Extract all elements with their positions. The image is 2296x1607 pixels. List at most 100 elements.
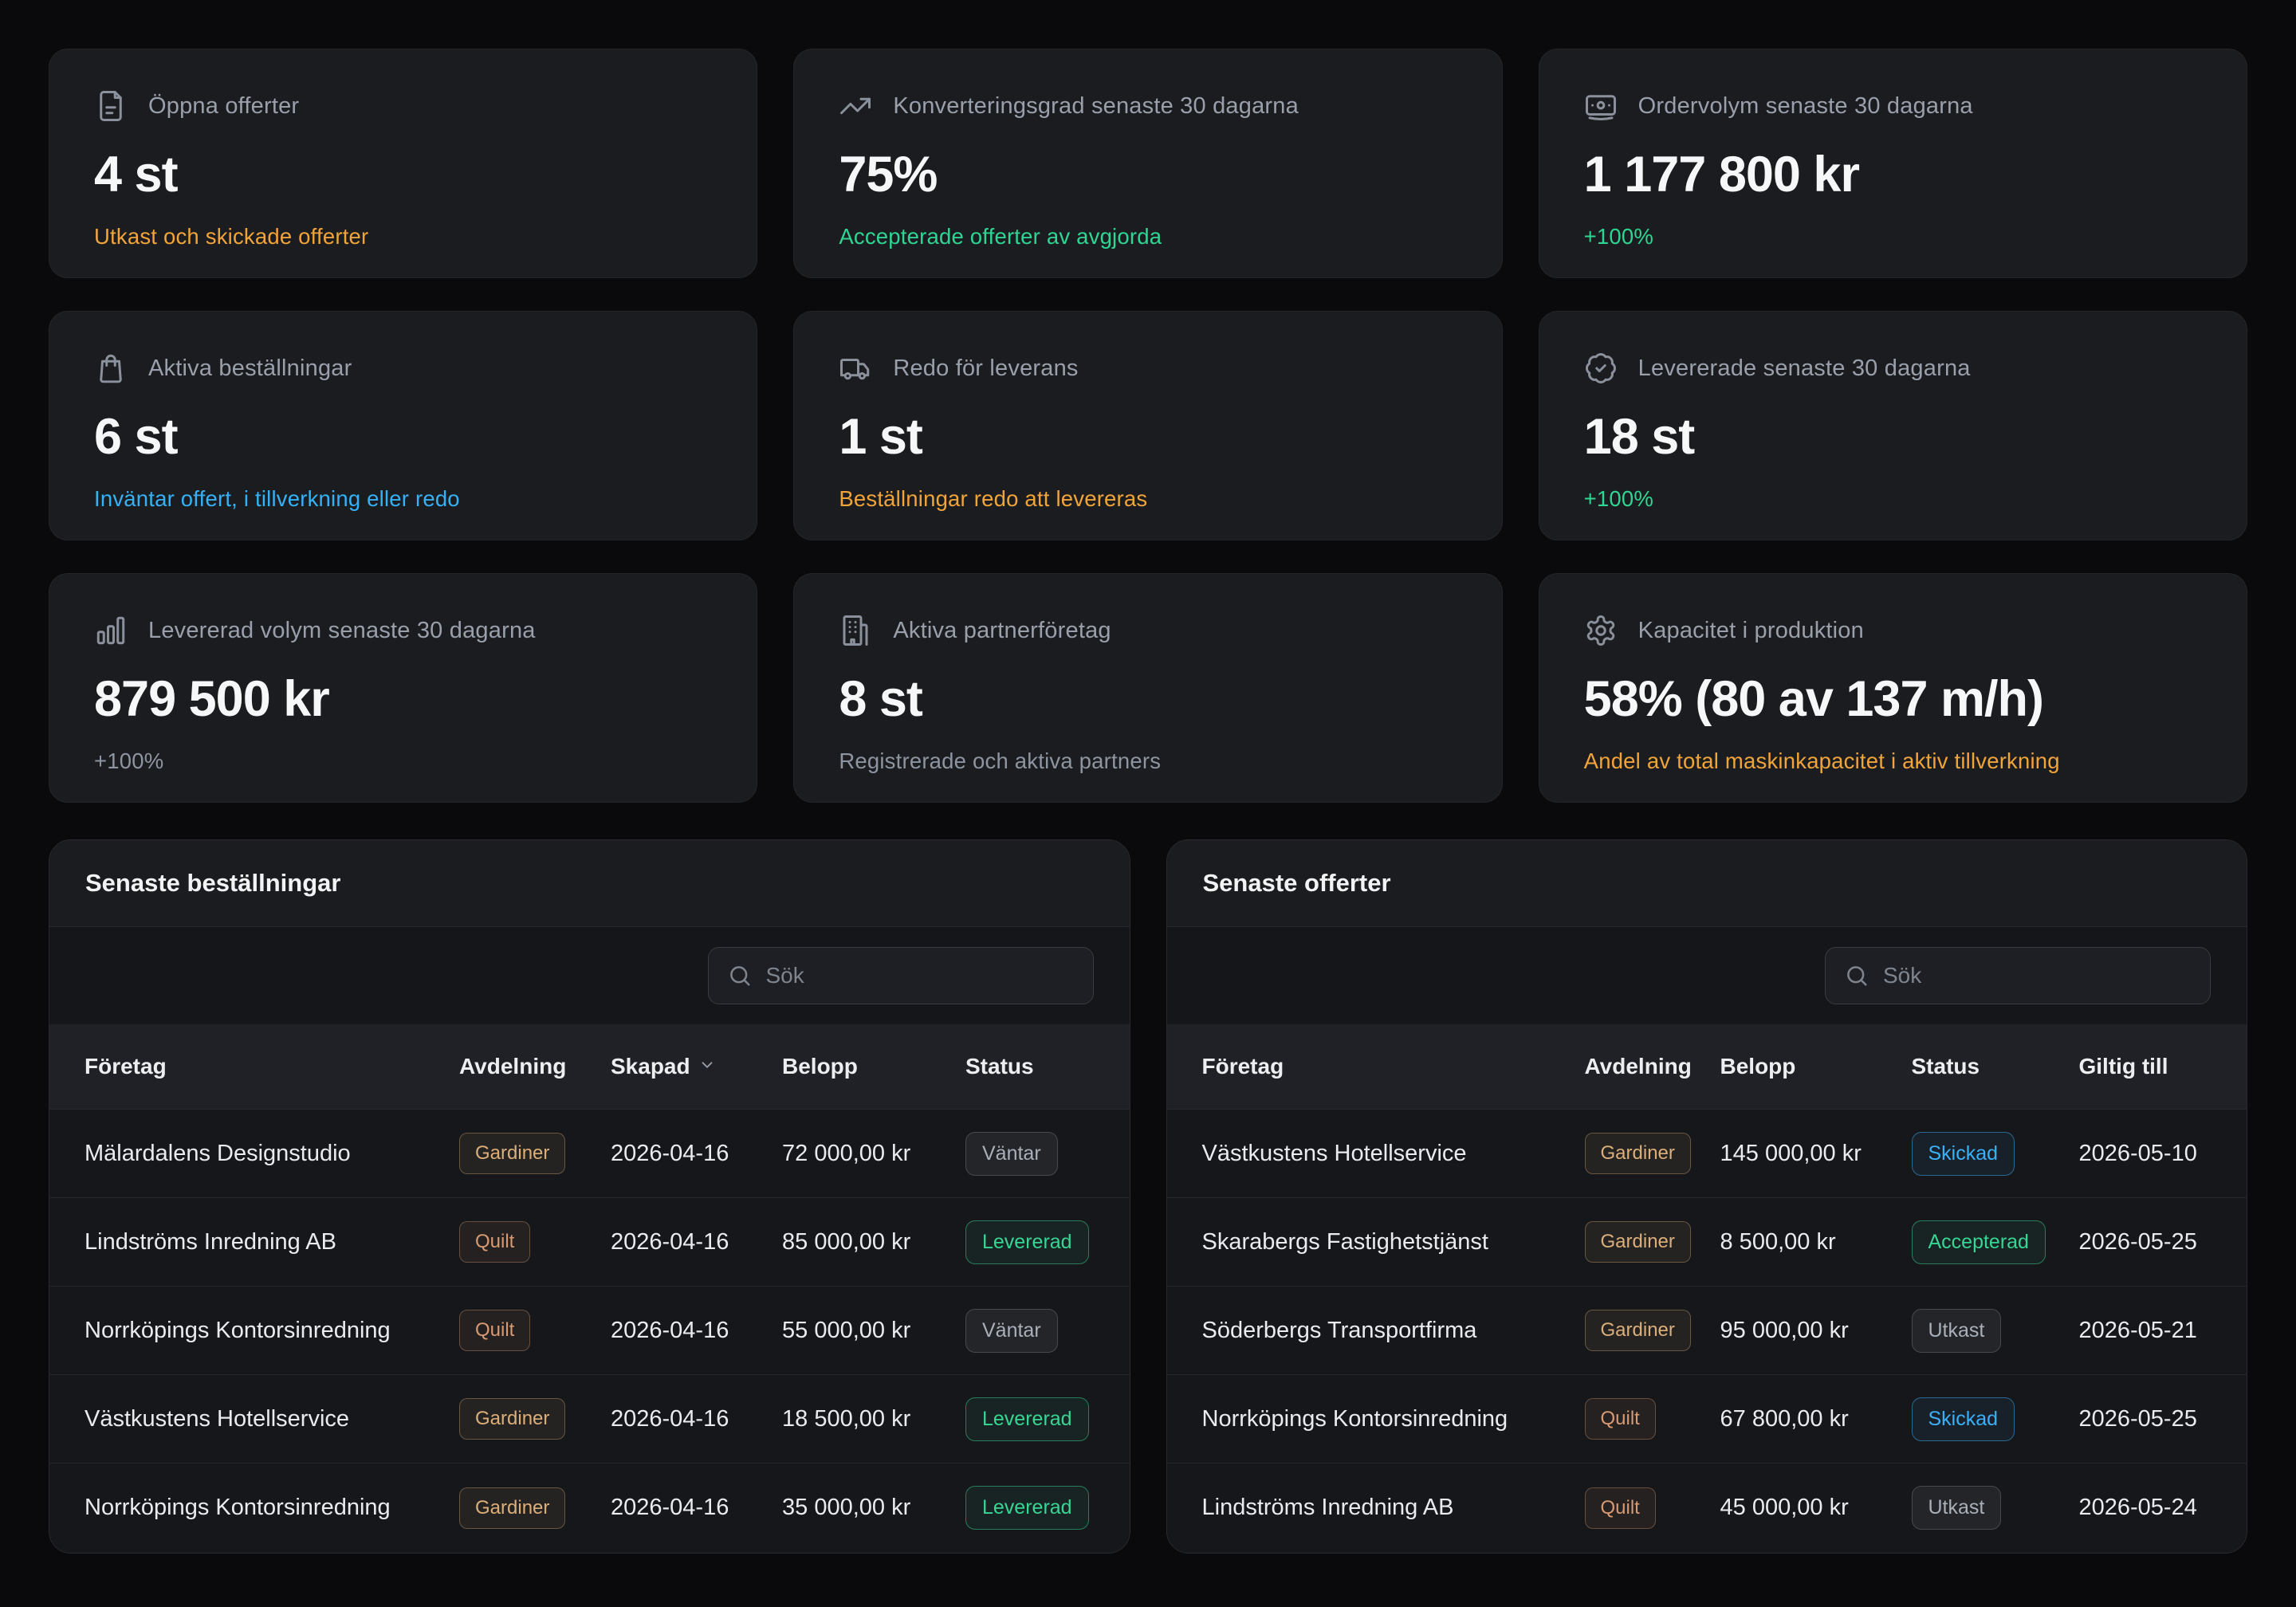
department-badge: Gardiner (1585, 1310, 1691, 1351)
table-row[interactable]: Mälardalens Designstudio Gardiner 2026-0… (49, 1110, 1130, 1198)
cell-amount: 67 800,00 kr (1720, 1406, 1912, 1432)
column-header-status: Status (965, 1054, 1095, 1079)
orders-table-header: Företag Avdelning Skapad Belopp Status (49, 1024, 1130, 1110)
cell-amount: 55 000,00 kr (782, 1318, 965, 1344)
table-row[interactable]: Västkustens Hotellservice Gardiner 2026-… (49, 1375, 1130, 1464)
table-row[interactable]: Söderbergs Transportfirma Gardiner 95 00… (1167, 1287, 2247, 1375)
table-row[interactable]: Lindströms Inredning AB Quilt 45 000,00 … (1167, 1464, 2247, 1552)
cell-valid-until: 2026-05-24 (2079, 1495, 2212, 1521)
trending-up-icon (839, 89, 872, 123)
stat-card-title: Öppna offerter (148, 93, 299, 120)
department-badge: Quilt (459, 1310, 530, 1351)
stat-card-subtitle: +100% (94, 748, 710, 774)
cell-company: Norrköpings Kontorsinredning (85, 1318, 459, 1344)
stat-card-value: 6 st (94, 409, 710, 466)
orders-table-body: Mälardalens Designstudio Gardiner 2026-0… (49, 1110, 1130, 1553)
cell-company: Lindströms Inredning AB (85, 1229, 459, 1255)
dashboard: Öppna offerter 4 st Utkast och skickade … (0, 0, 2296, 1602)
cell-created: 2026-04-16 (611, 1229, 782, 1255)
quotes-table-header: Företag Avdelning Belopp Status Giltig t… (1167, 1024, 2247, 1110)
stat-card-value: 58% (80 av 137 m/h) (1584, 671, 2200, 728)
badge-check-icon (1584, 352, 1618, 385)
table-row[interactable]: Skarabergs Fastighetstjänst Gardiner 8 5… (1167, 1198, 2247, 1287)
department-badge: Gardiner (1585, 1221, 1691, 1263)
stat-card-subtitle: +100% (1584, 224, 2200, 249)
cell-company: Söderbergs Transportfirma (1202, 1318, 1585, 1344)
stat-card: Levererade senaste 30 dagarna 18 st +100… (1539, 311, 2247, 540)
stat-card-value: 1 st (839, 409, 1455, 466)
cell-valid-until: 2026-05-21 (2079, 1318, 2212, 1344)
stat-card-title: Aktiva beställningar (148, 356, 352, 382)
cell-amount: 8 500,00 kr (1720, 1229, 1912, 1255)
cell-company: Norrköpings Kontorsinredning (85, 1495, 459, 1521)
stat-card: Redo för leverans 1 st Beställningar red… (793, 311, 1502, 540)
quotes-table-body: Västkustens Hotellservice Gardiner 145 0… (1167, 1110, 2247, 1553)
cell-amount: 85 000,00 kr (782, 1229, 965, 1255)
stat-card-subtitle: Inväntar offert, i tillverkning eller re… (94, 486, 710, 512)
stat-card-value: 75% (839, 147, 1455, 203)
cell-created: 2026-04-16 (611, 1406, 782, 1432)
stat-card-value: 8 st (839, 671, 1455, 728)
stats-grid: Öppna offerter 4 st Utkast och skickade … (49, 49, 2247, 803)
quotes-search-input[interactable] (1881, 962, 2191, 989)
shopping-bag-icon (94, 352, 128, 385)
stat-card-value: 18 st (1584, 409, 2200, 466)
cell-company: Västkustens Hotellservice (1202, 1141, 1585, 1167)
stat-card-subtitle: Utkast och skickade offerter (94, 224, 710, 249)
cell-company: Västkustens Hotellservice (85, 1406, 459, 1432)
cell-created: 2026-04-16 (611, 1495, 782, 1521)
department-badge: Quilt (1585, 1398, 1656, 1440)
stat-card-title: Levererad volym senaste 30 dagarna (148, 618, 536, 644)
cell-valid-until: 2026-05-25 (2079, 1229, 2212, 1255)
stat-card-subtitle: Andel av total maskinkapacitet i aktiv t… (1584, 748, 2200, 774)
cell-amount: 18 500,00 kr (782, 1406, 965, 1432)
department-badge: Gardiner (459, 1487, 565, 1529)
status-badge: Accepterad (1912, 1220, 2046, 1264)
status-badge: Väntar (965, 1132, 1058, 1176)
stat-card: Levererad volym senaste 30 dagarna 879 5… (49, 573, 757, 803)
stat-card-title: Konverteringsgrad senaste 30 dagarna (893, 93, 1299, 120)
stat-card: Öppna offerter 4 st Utkast och skickade … (49, 49, 757, 278)
stat-card: Kapacitet i produktion 58% (80 av 137 m/… (1539, 573, 2247, 803)
orders-search-box (708, 947, 1094, 1004)
table-row[interactable]: Norrköpings Kontorsinredning Gardiner 20… (49, 1464, 1130, 1552)
quotes-table-card: Senaste offerter Företag Avdelning Belop… (1166, 839, 2248, 1554)
column-header-foretag: Företag (85, 1054, 459, 1079)
orders-search-input[interactable] (765, 962, 1074, 989)
department-badge: Gardiner (1585, 1133, 1691, 1174)
cell-company: Skarabergs Fastighetstjänst (1202, 1229, 1585, 1255)
stat-card-subtitle: Accepterade offerter av avgjorda (839, 224, 1455, 249)
stat-card: Konverteringsgrad senaste 30 dagarna 75%… (793, 49, 1502, 278)
column-header-belopp: Belopp (1720, 1054, 1912, 1079)
stat-card: Aktiva beställningar 6 st Inväntar offer… (49, 311, 757, 540)
truck-icon (839, 352, 872, 385)
status-badge: Väntar (965, 1309, 1058, 1353)
column-header-avdelning: Avdelning (459, 1054, 611, 1079)
cell-amount: 45 000,00 kr (1720, 1495, 1912, 1521)
bar-chart-icon (94, 614, 128, 647)
table-row[interactable]: Västkustens Hotellservice Gardiner 145 0… (1167, 1110, 2247, 1198)
cell-created: 2026-04-16 (611, 1141, 782, 1167)
chevron-down-icon (698, 1054, 716, 1079)
status-badge: Levererad (965, 1397, 1089, 1441)
status-badge: Utkast (1912, 1309, 2002, 1353)
column-header-skapad-sort[interactable]: Skapad (611, 1054, 782, 1079)
cell-valid-until: 2026-05-10 (2079, 1141, 2212, 1167)
cell-amount: 35 000,00 kr (782, 1495, 965, 1521)
department-badge: Gardiner (459, 1398, 565, 1440)
tables-row: Senaste beställningar Företag Avdelning … (49, 839, 2247, 1554)
cell-amount: 145 000,00 kr (1720, 1141, 1912, 1167)
status-badge: Skickad (1912, 1132, 2015, 1176)
status-badge: Levererad (965, 1220, 1089, 1264)
table-row[interactable]: Norrköpings Kontorsinredning Quilt 2026-… (49, 1287, 1130, 1375)
column-header-status: Status (1912, 1054, 2079, 1079)
stat-card-title: Kapacitet i produktion (1638, 618, 1864, 644)
table-row[interactable]: Norrköpings Kontorsinredning Quilt 67 80… (1167, 1375, 2247, 1464)
stat-card-value: 4 st (94, 147, 710, 203)
stat-card-value: 1 177 800 kr (1584, 147, 2200, 203)
stat-card-title: Ordervolym senaste 30 dagarna (1638, 93, 1973, 120)
status-badge: Skickad (1912, 1397, 2015, 1441)
cell-company: Mälardalens Designstudio (85, 1141, 459, 1167)
stat-card-subtitle: Beställningar redo att levereras (839, 486, 1455, 512)
table-row[interactable]: Lindströms Inredning AB Quilt 2026-04-16… (49, 1198, 1130, 1287)
